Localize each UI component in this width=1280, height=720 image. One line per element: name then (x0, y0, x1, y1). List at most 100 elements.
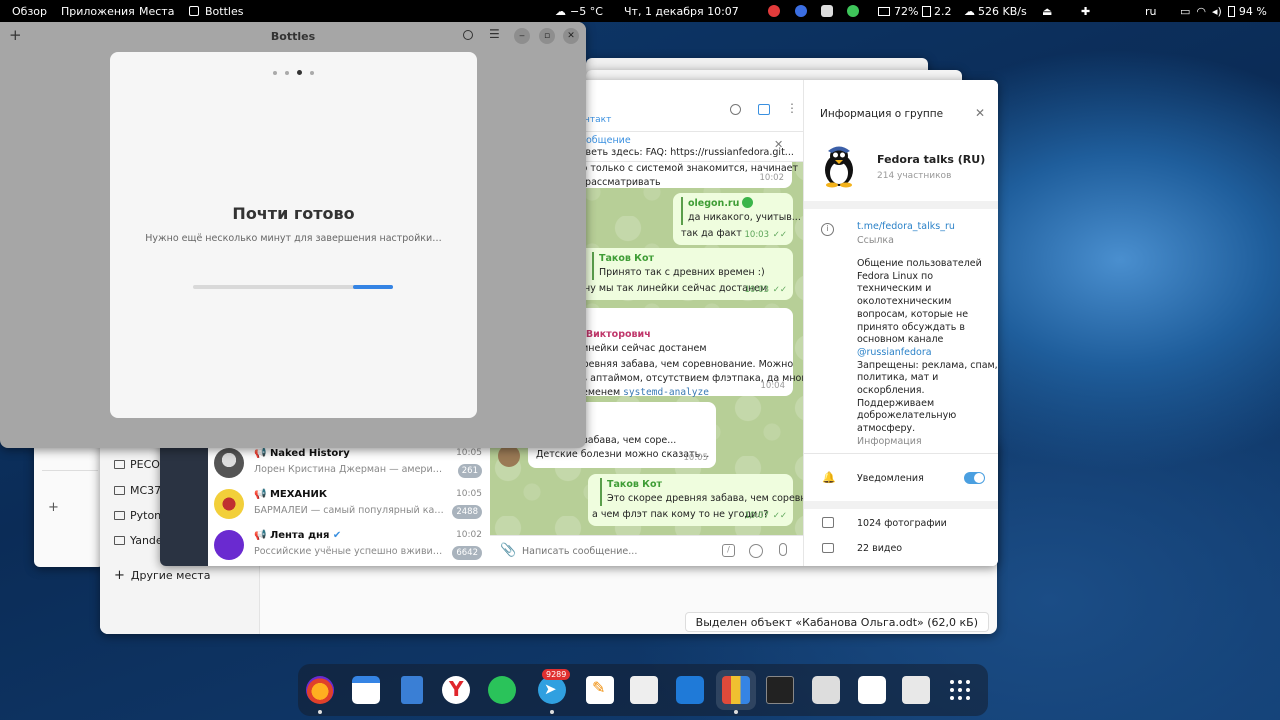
weather-indicator[interactable]: ☁ −5 °C (549, 0, 609, 22)
system-monitor-icon[interactable] (766, 676, 794, 704)
menu-button[interactable]: ☰ (489, 27, 500, 41)
net-indicator[interactable]: ☁ 526 KB/s (958, 0, 1033, 22)
screen-icon: ▭ (1180, 4, 1191, 18)
search-button[interactable] (463, 30, 473, 40)
more-icon[interactable]: ⋮ (786, 101, 798, 115)
close-info-icon[interactable]: ✕ (975, 106, 985, 120)
chat-time: 10:05 (456, 448, 482, 458)
tray-app-icon-3[interactable] (815, 0, 843, 22)
trash-icon[interactable] (902, 676, 930, 704)
load-indicator[interactable]: 2.2 (916, 0, 958, 22)
firefox-icon[interactable] (306, 676, 334, 704)
channel-icon: 📢 (254, 448, 270, 459)
russianfedora-link[interactable]: @russianfedora (857, 347, 998, 360)
system-menu[interactable]: ▭ ◠ ◂) 94 % (1174, 0, 1273, 22)
sidebar-item-pyton[interactable]: Pyton (114, 509, 161, 522)
message-bubble[interactable]: Таков Кот Это скорее древняя забава, чем… (588, 474, 821, 526)
maximize-button[interactable]: ▫ (539, 28, 555, 44)
message-text: ть аптаймом, отсутствием флэтпака, да мн… (576, 373, 813, 384)
vscode-icon[interactable] (676, 676, 704, 704)
places-menu[interactable]: Места (133, 0, 180, 22)
message-time: 10:03 (744, 285, 770, 295)
tray-app-icon-2[interactable] (789, 0, 817, 22)
yandex-browser-icon[interactable]: Y (442, 676, 470, 704)
telegram-unread-badge: 9289 (542, 669, 571, 680)
extensions-button[interactable]: ✚ (1075, 0, 1096, 22)
telegram-icon[interactable]: ➤ (538, 676, 566, 704)
activities-button[interactable]: Обзор (6, 0, 53, 22)
sidebar-item-peco[interactable]: PECO (114, 458, 160, 471)
archive-icon[interactable] (401, 676, 423, 704)
chat-name-text: Лента дня (269, 530, 330, 541)
photos-count[interactable]: 1024 фотографии (857, 518, 947, 531)
tray-app-icon-1[interactable] (762, 0, 790, 22)
quote: olegon.ru да никакого, учитыв... (681, 197, 801, 225)
clock[interactable]: Чт, 1 декабря 10:07 (618, 0, 745, 22)
search-icon[interactable] (730, 104, 741, 115)
chat-time: 10:05 (456, 489, 482, 499)
group-link[interactable]: t.me/fedora_talks_ru (857, 221, 955, 234)
volume-icon: ◂) (1212, 4, 1222, 18)
chat-time: 10:02 (456, 530, 482, 540)
green-dot-icon (742, 197, 754, 208)
attach-icon[interactable]: 📎 (500, 543, 516, 558)
folder-icon (114, 511, 125, 520)
media-player-icon[interactable] (858, 676, 886, 704)
message-time: 10:05 (683, 453, 709, 463)
apps-label: Приложения (61, 4, 135, 18)
message-text: линейки сейчас достанем (576, 343, 707, 354)
sidebar-toggle-icon[interactable] (758, 104, 770, 115)
show-apps-icon[interactable] (946, 676, 974, 704)
running-indicator (734, 710, 738, 714)
document-viewer-icon[interactable] (630, 676, 658, 704)
calendar-icon[interactable] (352, 676, 380, 704)
videos-count[interactable]: 22 видео (857, 543, 902, 556)
left-bg-window: + (34, 442, 104, 567)
top-bar: Обзор Приложения Места Bottles ☁ −5 °C Ч… (0, 0, 1280, 22)
chrome-icon (795, 5, 807, 17)
info-separator (804, 501, 998, 509)
tray-app-icon-4[interactable] (841, 0, 869, 22)
chat-item-lenta[interactable]: 📢 Лента дня ✔ 10:02 Российские учёные ус… (208, 526, 490, 566)
eject-button[interactable]: ⏏ (1036, 0, 1058, 22)
sidebar-item-mc37[interactable]: MC37 (114, 484, 161, 497)
emoji-icon[interactable] (749, 544, 763, 558)
bottles-headerbar: + Bottles ☰ ‒ ▫ ✕ (0, 22, 586, 50)
video-icon (822, 543, 834, 553)
photo-icon (822, 517, 834, 528)
whatsapp-icon[interactable] (488, 676, 516, 704)
unread-badge: 6642 (452, 546, 482, 560)
active-app-menu[interactable]: Bottles (183, 0, 249, 22)
chat-item-mechanic[interactable]: 📢 МЕХАНИК 10:05 БАРМАЛЕЙ — самый популяр… (208, 485, 490, 525)
notifications-toggle[interactable] (964, 472, 985, 484)
minimize-button[interactable]: ‒ (514, 28, 530, 44)
carousel-dot (273, 71, 278, 75)
microphone-icon[interactable] (779, 543, 787, 556)
description-line: Поддерживаем (857, 397, 935, 409)
message-text: и, кто только с системой знакомится, нач… (558, 163, 799, 174)
bottles-icon[interactable] (722, 676, 750, 704)
message-bubble[interactable]: olegon.ru да никакого, учитыв... так да … (673, 193, 801, 245)
quote-name: Таков Кот (599, 253, 654, 264)
eject-icon: ⏏ (1042, 4, 1053, 18)
language-switcher[interactable]: ru (1139, 0, 1163, 22)
other-places-label: Другие места (130, 569, 211, 582)
close-pin-icon[interactable]: ✕ (774, 138, 783, 151)
text-editor-icon[interactable]: ✎ (586, 676, 614, 704)
apps-menu[interactable]: Приложения (55, 0, 141, 22)
quote-text: да никакого, учитыв... (688, 212, 801, 223)
red-app-icon (768, 5, 780, 17)
setup-progress-bar (193, 285, 393, 289)
other-places-button[interactable]: + Другие места (114, 568, 210, 583)
disks-icon[interactable] (812, 676, 840, 704)
chat-item-naked-history[interactable]: 📢 Naked History 10:05 Лорен Кристина Дже… (208, 444, 490, 484)
commands-icon[interactable]: / (722, 544, 735, 557)
chat-name: 📢 Naked History (254, 448, 350, 459)
chat-preview: Лорен Кристина Джерман — американская ..… (254, 464, 444, 475)
close-button[interactable]: ✕ (563, 28, 579, 44)
description-label: Информация (857, 435, 922, 447)
message-bubble[interactable]: о Викторович линейки сейчас достанем дре… (570, 308, 813, 398)
message-bubble[interactable]: Таков Кот Принято так с древних времен :… (578, 248, 793, 300)
message-input[interactable] (522, 543, 712, 559)
message-bubble[interactable]: и, кто только с системой знакомится, нач… (558, 162, 799, 188)
